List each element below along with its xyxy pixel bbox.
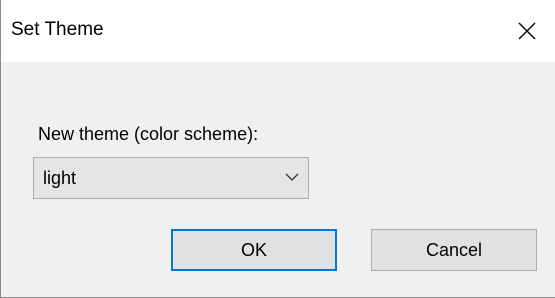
cancel-button[interactable]: Cancel [371,229,537,271]
close-icon [518,22,536,40]
ok-button[interactable]: OK [171,229,337,271]
close-button[interactable] [505,8,549,54]
theme-label: New theme (color scheme): [38,124,259,144]
title-bar: Set Theme [1,0,555,62]
theme-select[interactable]: light [33,157,309,199]
chevron-down-icon [285,173,299,181]
set-theme-dialog: Set Theme New theme (color scheme): ligh… [0,0,555,298]
dialog-title: Set Theme [11,19,104,40]
theme-select-value: light [43,168,77,188]
